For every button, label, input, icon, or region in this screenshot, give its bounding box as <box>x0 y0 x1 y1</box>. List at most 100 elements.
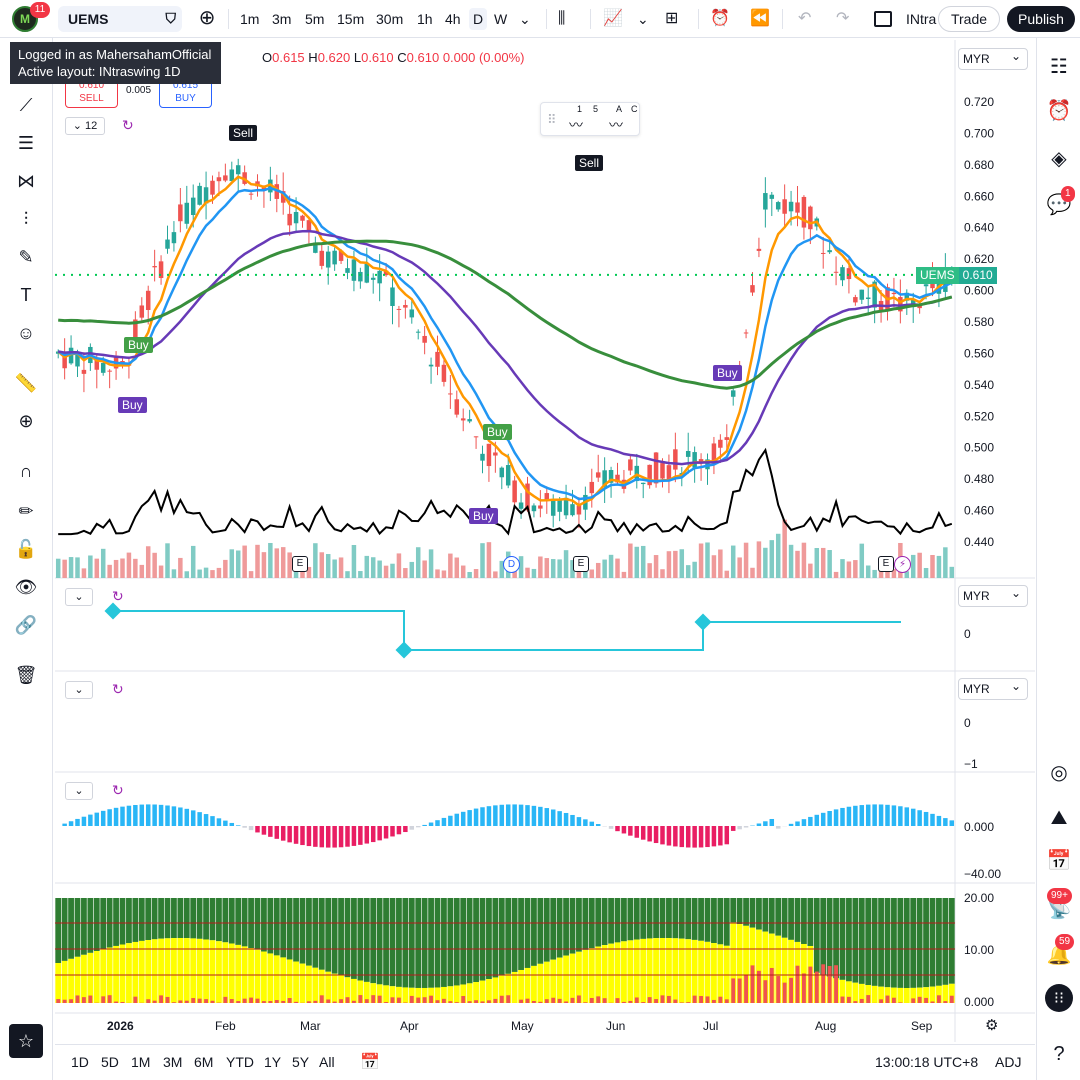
trash-icon[interactable]: 🗑 <box>13 662 39 688</box>
lightning-icon[interactable]: ⚡ <box>894 556 911 573</box>
pane5-green-bar <box>852 898 859 983</box>
compass-icon[interactable]: ◎ <box>1045 758 1073 786</box>
publish-button[interactable]: Publish <box>1007 6 1075 32</box>
range-5d[interactable]: 5D <box>101 1054 119 1070</box>
pane5-yellow-bar <box>164 938 171 1003</box>
alert-clock-icon[interactable]: ⏰ <box>710 8 730 30</box>
currency-select[interactable]: MYR <box>958 676 1028 700</box>
histogram-bar <box>81 816 87 826</box>
timeframe-d[interactable]: D <box>469 8 488 30</box>
lock-icon[interactable]: 🔓 <box>13 536 39 562</box>
chevron-down-icon[interactable]: ⌄ <box>637 8 649 30</box>
range-all[interactable]: All <box>319 1054 335 1070</box>
pane4-collapse[interactable]: ⌄ <box>65 782 93 800</box>
pane5-red-bar <box>274 1000 279 1003</box>
magnet-icon[interactable]: ∩ <box>13 458 39 484</box>
refresh-icon[interactable]: ↻ <box>122 117 134 134</box>
chart-canvas[interactable]: 0.720 0.700 0.680 0.660 0.640 0.620 0.600 0.580… <box>55 40 1035 1042</box>
floating-drawing-toolset[interactable]: ⠿ 1 5 〰 A C 〰 <box>540 102 640 136</box>
replay-icon[interactable]: ⏪ <box>750 8 770 30</box>
clock[interactable]: 13:00:18 UTC+8 <box>875 1054 978 1070</box>
refresh-icon[interactable]: ↻ <box>112 782 124 799</box>
watchlist-icon[interactable]: ☷ <box>1045 52 1073 80</box>
trend-line-icon[interactable]: ⟋ <box>13 92 39 118</box>
wave-abc-icon[interactable]: 〰 <box>609 115 623 135</box>
shield-icon[interactable]: ⛉ <box>166 10 177 27</box>
add-symbol-icon[interactable]: ⊕ <box>196 8 218 30</box>
drag-handle-icon[interactable]: ⠿ <box>547 112 557 128</box>
refresh-icon[interactable]: ↻ <box>112 681 124 698</box>
timeframe-3m[interactable]: 3m <box>272 8 291 30</box>
currency-select[interactable]: MYR <box>958 46 1028 70</box>
layout-grid-icon[interactable]: ⊞ <box>665 8 678 30</box>
refresh-icon[interactable]: ↻ <box>112 588 124 605</box>
range-1m[interactable]: 1M <box>131 1054 150 1070</box>
indicators-toggle[interactable]: ⌄ 12 <box>65 117 105 135</box>
wave-12345-icon[interactable]: 〰 <box>569 115 583 135</box>
range-6m[interactable]: 6M <box>194 1054 213 1070</box>
pane3-collapse[interactable]: ⌄ <box>65 681 93 699</box>
text-icon[interactable]: T <box>13 282 39 308</box>
timeframe-5m[interactable]: 5m <box>305 8 324 30</box>
adj-toggle[interactable]: ADJ <box>995 1054 1021 1070</box>
apps-grid-icon[interactable]: ⁝⁝ <box>1045 984 1073 1012</box>
candles-icon[interactable]: ⫼ <box>558 8 565 30</box>
pane5-red-bar <box>262 1001 266 1003</box>
pane2-collapse[interactable]: ⌄ <box>65 588 93 606</box>
layout-name[interactable]: INtra <box>906 8 936 30</box>
pane5-green-bar <box>756 898 762 930</box>
pane5-green-bar <box>640 898 647 939</box>
eye-icon[interactable]: 👁 <box>13 574 39 600</box>
toolset-label-5: 5 <box>593 104 599 114</box>
timeframe-30m[interactable]: 30m <box>376 8 403 30</box>
dividend-marker[interactable]: D <box>503 556 520 573</box>
ruler-icon[interactable]: 📏 <box>13 370 39 396</box>
brush-icon[interactable]: ✎ <box>13 244 39 270</box>
pane5-red-bar <box>384 1002 388 1003</box>
chevron-down-icon[interactable]: ⌄ <box>519 8 531 30</box>
undo-icon[interactable]: ↶ <box>798 8 811 30</box>
date-range-icon[interactable]: 📅 <box>360 1052 380 1072</box>
earnings-marker[interactable]: E <box>573 556 589 572</box>
axis-settings-icon[interactable]: ⚙ <box>985 1016 998 1034</box>
range-1y[interactable]: 1Y <box>264 1054 281 1070</box>
fullscreen-icon[interactable] <box>874 11 892 27</box>
range-1d[interactable]: 1D <box>71 1054 89 1070</box>
horizontal-lines-icon[interactable]: ☰ <box>13 130 39 156</box>
timeframe-1m[interactable]: 1m <box>240 8 259 30</box>
currency-select[interactable]: MYR <box>958 583 1028 607</box>
redo-icon[interactable]: ↷ <box>836 8 849 30</box>
calendar-icon[interactable]: 📅 <box>1045 846 1073 874</box>
indicators-icon[interactable]: 📈 <box>603 8 623 30</box>
link-icon[interactable]: 🔗 <box>13 612 39 638</box>
lock-drawing-icon[interactable]: ✏ <box>13 498 39 524</box>
timeframe-w[interactable]: W <box>494 8 507 30</box>
price-axis-label: 0.440 <box>964 535 994 549</box>
trade-button[interactable]: Trade <box>938 6 1000 32</box>
pattern-icon[interactable]: ⋈ <box>13 168 39 194</box>
pane5-yellow-bar <box>678 938 685 1003</box>
histogram-bar <box>512 804 517 826</box>
zoom-in-icon[interactable]: ⊕ <box>13 408 39 434</box>
open-value: 0.615 <box>272 50 305 65</box>
favorites-star-icon[interactable]: ☆ <box>9 1024 43 1058</box>
histogram-bar <box>634 826 640 838</box>
timeframe-4h[interactable]: 4h <box>445 8 461 30</box>
earnings-marker[interactable]: E <box>292 556 308 572</box>
pane5-red-bar <box>422 997 427 1003</box>
range-3m[interactable]: 3M <box>163 1054 182 1070</box>
range-5y[interactable]: 5Y <box>292 1054 309 1070</box>
help-icon[interactable]: ? <box>1045 1040 1073 1068</box>
histogram-bar <box>287 826 292 843</box>
symbol-search[interactable]: UEMS ⛉ <box>58 6 182 32</box>
fib-icon[interactable]: ⫶ <box>13 206 39 232</box>
alarm-icon[interactable]: ⏰ <box>1045 96 1073 124</box>
emoji-icon[interactable]: ☺ <box>13 320 39 346</box>
earnings-marker[interactable]: E <box>878 556 894 572</box>
layers-icon[interactable]: ◈ <box>1045 144 1073 172</box>
timeframe-1h[interactable]: 1h <box>417 8 433 30</box>
timeframe-15m[interactable]: 15m <box>337 8 364 30</box>
volume-bar <box>313 543 318 578</box>
ideas-icon[interactable]: ⛰ <box>1045 804 1073 832</box>
range-ytd[interactable]: YTD <box>226 1054 254 1070</box>
